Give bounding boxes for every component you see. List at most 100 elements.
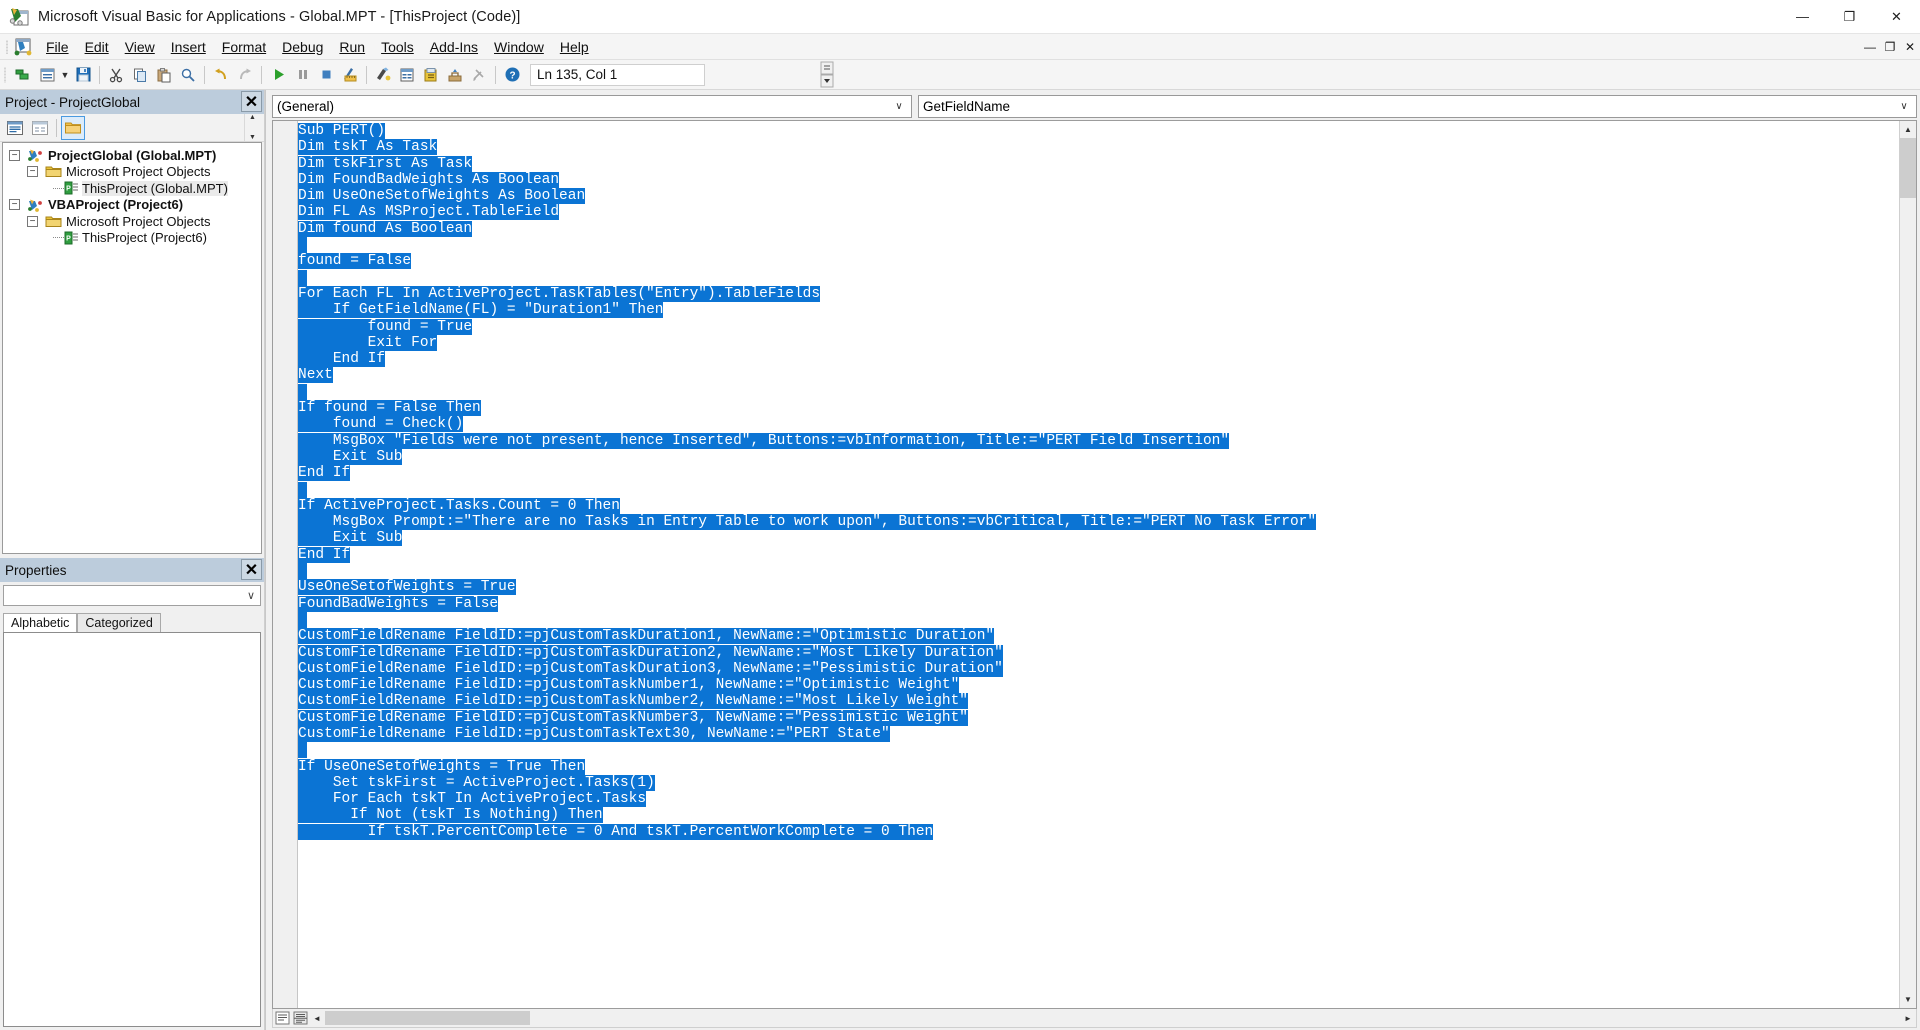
code-line[interactable]: If ActiveProject.Tasks.Count = 0 Then: [298, 497, 1899, 514]
code-line[interactable]: UseOneSetofWeights = True: [298, 579, 1899, 596]
code-line[interactable]: found = True: [298, 318, 1899, 335]
code-line[interactable]: [298, 611, 1899, 628]
menu-view[interactable]: View: [117, 36, 163, 58]
menu-window[interactable]: Window: [486, 36, 552, 58]
view-code-icon[interactable]: [4, 117, 26, 139]
design-mode-icon[interactable]: [338, 63, 362, 87]
code-margin-indicator-bar[interactable]: [273, 121, 298, 1008]
code-line[interactable]: CustomFieldRename FieldID:=pjCustomTaskN…: [298, 709, 1899, 726]
code-line[interactable]: CustomFieldRename FieldID:=pjCustomTaskD…: [298, 628, 1899, 645]
code-line[interactable]: MsgBox "Fields were not present, hence I…: [298, 432, 1899, 449]
insert-userform-icon[interactable]: [35, 63, 59, 87]
code-line[interactable]: [298, 563, 1899, 580]
expander-icon[interactable]: −: [27, 215, 38, 227]
vertical-scroll-thumb[interactable]: [1900, 138, 1916, 198]
code-line[interactable]: [298, 481, 1899, 498]
help-icon[interactable]: ?: [500, 63, 524, 87]
code-line[interactable]: If Not (tskT Is Nothing) Then: [298, 807, 1899, 824]
code-line[interactable]: [298, 742, 1899, 759]
code-line[interactable]: Dim found As Boolean: [298, 220, 1899, 237]
full-module-view-icon[interactable]: [293, 1011, 309, 1026]
chevron-down-icon[interactable]: ∨: [891, 101, 907, 112]
vertical-scroll-track[interactable]: [1900, 138, 1916, 991]
code-line[interactable]: Next: [298, 367, 1899, 384]
procedure-view-icon[interactable]: [275, 1011, 291, 1026]
tab-categorized[interactable]: Categorized: [77, 613, 161, 632]
toggle-folders-icon[interactable]: [61, 115, 85, 140]
tree-item-projectglobal[interactable]: − ProjectGlobal (Global.MPT): [3, 147, 261, 164]
scroll-down-icon[interactable]: ▼: [1900, 991, 1916, 1008]
cut-icon[interactable]: [104, 63, 128, 87]
save-icon[interactable]: [71, 63, 95, 87]
code-line[interactable]: End If: [298, 351, 1899, 368]
mdi-close-button[interactable]: ✕: [1900, 36, 1920, 58]
code-line[interactable]: For Each FL In ActiveProject.TaskTables(…: [298, 285, 1899, 302]
menu-debug[interactable]: Debug: [274, 36, 331, 58]
properties-close-button[interactable]: ✕: [241, 559, 262, 580]
code-vertical-scrollbar[interactable]: ▲ ▼: [1899, 121, 1916, 1008]
code-line[interactable]: found = Check(): [298, 416, 1899, 433]
code-line[interactable]: For Each tskT In ActiveProject.Tasks: [298, 791, 1899, 808]
tree-item-msproject-objects-project6[interactable]: − Microsoft Project Objects: [3, 213, 261, 230]
find-icon[interactable]: [176, 63, 200, 87]
chevron-down-icon[interactable]: ∨: [1896, 101, 1912, 112]
expander-icon[interactable]: −: [9, 199, 20, 211]
expander-icon[interactable]: −: [27, 166, 38, 178]
code-line[interactable]: Dim FoundBadWeights As Boolean: [298, 171, 1899, 188]
scroll-up-icon[interactable]: ▲: [1900, 121, 1916, 138]
code-line[interactable]: If found = False Then: [298, 400, 1899, 417]
code-line[interactable]: Dim UseOneSetofWeights As Boolean: [298, 188, 1899, 205]
undo-icon[interactable]: [209, 63, 233, 87]
project-tree[interactable]: − ProjectGlobal (Global.MPT) − Microsoft…: [2, 142, 262, 554]
object-browser-icon[interactable]: [419, 63, 443, 87]
properties-object-combo[interactable]: ∨: [3, 585, 261, 606]
paste-icon[interactable]: [152, 63, 176, 87]
tab-alphabetic[interactable]: Alphabetic: [3, 613, 78, 632]
menu-edit[interactable]: Edit: [77, 36, 117, 58]
horizontal-scroll-track[interactable]: [325, 1009, 1900, 1027]
view-object-icon[interactable]: [29, 117, 51, 139]
redo-icon[interactable]: [233, 63, 257, 87]
scroll-right-icon[interactable]: ►: [1900, 1010, 1916, 1027]
toolbox-icon[interactable]: [443, 63, 467, 87]
view-microsoft-project-icon[interactable]: [11, 63, 35, 87]
code-line[interactable]: [298, 269, 1899, 286]
run-icon[interactable]: [266, 63, 290, 87]
code-line[interactable]: FoundBadWeights = False: [298, 595, 1899, 612]
menu-tools[interactable]: Tools: [373, 36, 422, 58]
expander-icon[interactable]: −: [9, 149, 20, 161]
menu-insert[interactable]: Insert: [163, 36, 214, 58]
toolbar-grip[interactable]: [2, 65, 9, 85]
code-line[interactable]: [298, 383, 1899, 400]
mdi-restore-button[interactable]: ❐: [1880, 36, 1900, 58]
menu-bar-grip[interactable]: [3, 38, 11, 56]
menu-run[interactable]: Run: [331, 36, 373, 58]
menu-add-ins[interactable]: Add-Ins: [422, 36, 486, 58]
code-line[interactable]: [298, 237, 1899, 254]
menu-help[interactable]: Help: [552, 36, 597, 58]
procedure-dropdown[interactable]: GetFieldName ∨: [918, 94, 1917, 118]
project-toolbar-scroll[interactable]: ▲ ▼: [244, 114, 260, 141]
code-line[interactable]: Dim tskT As Task: [298, 139, 1899, 156]
tree-item-vbaproject-project6[interactable]: − VBAProject (Project6): [3, 197, 261, 214]
code-window-restore-group[interactable]: [820, 61, 838, 89]
window-maximize-button[interactable]: ❐: [1826, 0, 1873, 33]
code-line[interactable]: CustomFieldRename FieldID:=pjCustomTaskT…: [298, 725, 1899, 742]
code-line[interactable]: Set tskFirst = ActiveProject.Tasks(1): [298, 774, 1899, 791]
tree-item-thisproject-global[interactable]: P ThisProject (Global.MPT): [3, 180, 261, 197]
code-line[interactable]: Exit For: [298, 334, 1899, 351]
code-line[interactable]: Exit Sub: [298, 530, 1899, 547]
break-icon[interactable]: [290, 63, 314, 87]
project-explorer-close-button[interactable]: ✕: [241, 91, 262, 112]
code-line[interactable]: Sub PERT(): [298, 123, 1899, 139]
scroll-left-icon[interactable]: ◄: [309, 1010, 325, 1027]
mdi-minimize-button[interactable]: —: [1860, 36, 1880, 58]
tree-item-msproject-objects-global[interactable]: − Microsoft Project Objects: [3, 164, 261, 181]
code-line[interactable]: If tskT.PercentComplete = 0 And tskT.Per…: [298, 823, 1899, 840]
horizontal-scroll-thumb[interactable]: [325, 1010, 530, 1025]
code-line[interactable]: Dim tskFirst As Task: [298, 155, 1899, 172]
code-line[interactable]: CustomFieldRename FieldID:=pjCustomTaskN…: [298, 693, 1899, 710]
code-line[interactable]: End If: [298, 465, 1899, 482]
code-line[interactable]: Dim FL As MSProject.TableField: [298, 204, 1899, 221]
code-line[interactable]: CustomFieldRename FieldID:=pjCustomTaskD…: [298, 660, 1899, 677]
